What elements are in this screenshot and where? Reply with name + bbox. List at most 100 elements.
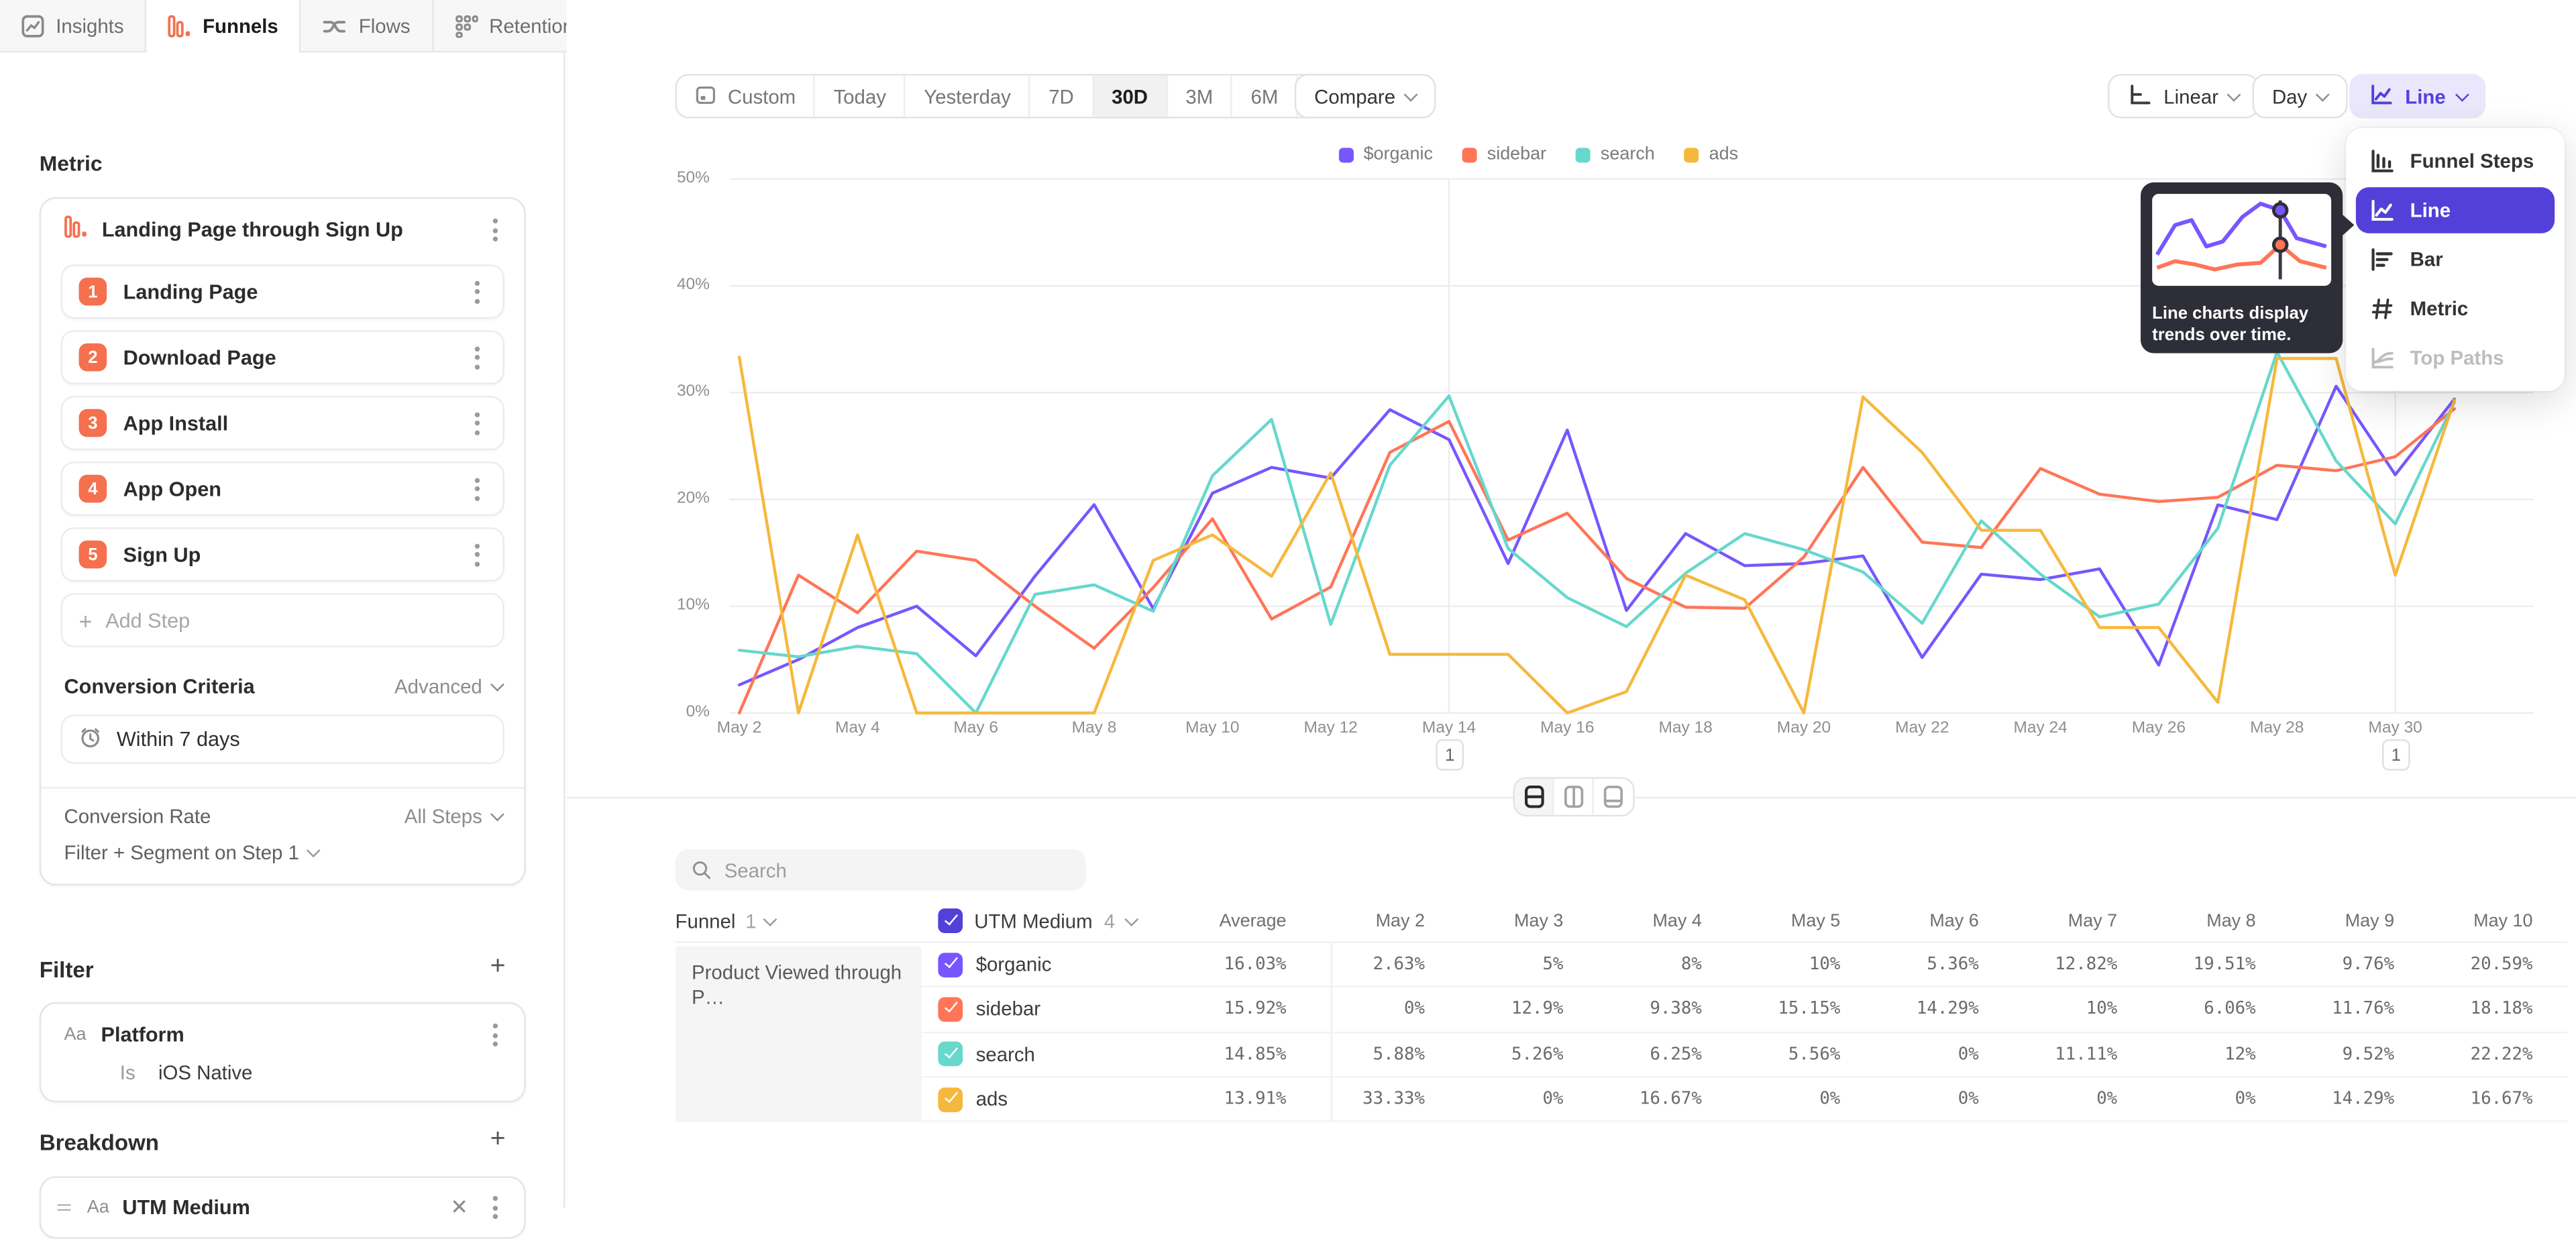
x-axis-label: May 24 [2004, 720, 2077, 738]
menu-item-line[interactable]: Line [2356, 187, 2555, 233]
tab-flows[interactable]: Flows [301, 0, 433, 51]
funnel-step-row[interactable]: 2Download Page [61, 330, 504, 384]
layout-split-h-icon [1523, 786, 1543, 808]
range-6m[interactable]: 6M [1233, 76, 1298, 117]
legend-item[interactable]: ads [1684, 145, 1738, 164]
row-checkbox[interactable] [938, 953, 963, 977]
legend-item[interactable]: sidebar [1462, 145, 1546, 164]
kebab-icon[interactable] [468, 275, 486, 308]
advanced-dropdown[interactable]: Advanced [394, 676, 501, 698]
table-row: $organic16.03%2.63%5%8%10%5.36%12.82%19.… [676, 943, 2568, 988]
conversion-window[interactable]: Within 7 days [61, 714, 504, 763]
table-cell: 5.36% [1857, 955, 1995, 974]
segment-step-dropdown[interactable]: Filter + Segment on Step 1 [64, 841, 319, 864]
funnel-step-row[interactable]: 3App Install [61, 396, 504, 450]
range-today[interactable]: Today [816, 76, 906, 117]
table-cell: 15.92% [1185, 1000, 1303, 1019]
funnel-step-row[interactable]: 1Landing Page [61, 264, 504, 319]
filter-card: Aa Platform Is iOS Native [40, 1002, 526, 1102]
kebab-icon[interactable] [468, 472, 486, 505]
menu-item-metric[interactable]: Metric [2356, 286, 2555, 332]
table-column-header[interactable]: May 10 [2411, 911, 2549, 930]
kebab-icon[interactable] [468, 538, 486, 571]
filter-property[interactable]: Platform [101, 1024, 472, 1046]
table-cell: 0% [1857, 1089, 1995, 1109]
breakdown-column-header[interactable]: UTM Medium 4 [938, 908, 1184, 933]
table-header: Funnel 1 UTM Medium 4 AverageMay 2May 3M… [676, 900, 2568, 941]
table-column-header[interactable]: May 5 [1718, 911, 1856, 930]
range-custom[interactable]: Custom [677, 76, 816, 117]
drag-handle-icon[interactable] [54, 1200, 74, 1215]
top-paths-icon [2369, 345, 2395, 371]
layout-split-vertical-button[interactable] [1554, 779, 1594, 815]
table-column-header[interactable]: May 3 [1441, 911, 1579, 930]
table-column-header[interactable]: May 4 [1580, 911, 1718, 930]
breakdown-property[interactable]: UTM Medium [122, 1196, 432, 1219]
table-cell: 33.33% [1303, 1089, 1441, 1109]
legend-swatch [1339, 147, 1354, 162]
menu-item-bar[interactable]: Bar [2356, 237, 2555, 283]
funnel-step-row[interactable]: 4App Open [61, 462, 504, 516]
row-checkbox[interactable] [938, 1042, 963, 1067]
breakdown-heading: Breakdown [40, 1130, 159, 1155]
close-icon[interactable]: ✕ [445, 1194, 473, 1220]
row-checkbox[interactable] [938, 997, 963, 1022]
range-3m[interactable]: 3M [1167, 76, 1232, 117]
add-breakdown-button[interactable]: + [484, 1128, 511, 1151]
kebab-icon[interactable] [468, 341, 486, 374]
annotation-badge[interactable]: 1 [1436, 739, 1464, 771]
all-steps-dropdown[interactable]: All Steps [405, 805, 501, 828]
table-cell: 5% [1441, 955, 1579, 974]
table-cell: 9.52% [2272, 1044, 2410, 1064]
range-7d[interactable]: 7D [1030, 76, 1093, 117]
tab-insights[interactable]: Insights [0, 0, 147, 51]
add-filter-button[interactable]: + [484, 956, 511, 979]
table-column-header[interactable]: May 2 [1303, 911, 1441, 930]
table-cell: 5.26% [1441, 1044, 1579, 1064]
layout-split-horizontal-button[interactable] [1515, 779, 1554, 815]
x-axis-label: May 30 [2359, 720, 2432, 738]
kebab-icon[interactable] [486, 213, 504, 246]
table-column-header[interactable]: May 9 [2272, 911, 2410, 930]
scale-dropdown[interactable]: Linear [2108, 74, 2259, 118]
table-cell: 12.82% [1995, 955, 2133, 974]
range-label: 6M [1251, 85, 1279, 107]
table-cell: 0% [1718, 1089, 1856, 1109]
table-cell: 0% [2134, 1089, 2272, 1109]
step-label: Sign Up [123, 543, 452, 565]
legend-item[interactable]: search [1576, 145, 1655, 164]
kebab-icon[interactable] [468, 407, 486, 439]
step-label: App Install [123, 411, 452, 434]
table-cell: 13.91% [1185, 1089, 1303, 1109]
filter-operator[interactable]: Is [120, 1061, 136, 1084]
annotation-badge[interactable]: 1 [2382, 739, 2410, 771]
compare-button[interactable]: Compare [1295, 74, 1436, 118]
kebab-icon[interactable] [486, 1191, 504, 1224]
chart-type-dropdown[interactable]: Line [2349, 74, 2486, 118]
table-column-header[interactable]: May 7 [1995, 911, 2133, 930]
tab-funnels[interactable]: Funnels [147, 0, 301, 52]
table-column-header[interactable]: Average [1185, 911, 1303, 930]
range-yesterday[interactable]: Yesterday [906, 76, 1030, 117]
search-input[interactable] [724, 859, 1070, 881]
menu-item-label: Metric [2410, 297, 2469, 320]
metric-heading: Metric [40, 151, 103, 176]
funnel-column-header[interactable]: Funnel 1 [676, 910, 938, 932]
select-all-checkbox[interactable] [938, 908, 963, 933]
table-column-header[interactable]: May 8 [2134, 911, 2272, 930]
table-column-header[interactable]: May 6 [1857, 911, 1995, 930]
row-checkbox[interactable] [938, 1087, 963, 1112]
layout-bottom-panel-button[interactable] [1594, 779, 1633, 815]
layout-toggle-group [1513, 777, 1635, 816]
legend-swatch [1462, 147, 1477, 162]
menu-item-funnel-steps[interactable]: Funnel Steps [2356, 138, 2555, 184]
range-30d[interactable]: 30D [1093, 76, 1167, 117]
legend-item[interactable]: $organic [1339, 145, 1433, 164]
add-step-button[interactable]: + Add Step [61, 593, 504, 647]
funnel-step-row[interactable]: 5Sign Up [61, 527, 504, 582]
kebab-icon[interactable] [486, 1018, 504, 1051]
x-axis-label: May 4 [821, 720, 894, 738]
add-step-label: Add Step [105, 608, 190, 631]
filter-value[interactable]: iOS Native [158, 1061, 252, 1084]
interval-dropdown[interactable]: Day [2253, 74, 2348, 118]
